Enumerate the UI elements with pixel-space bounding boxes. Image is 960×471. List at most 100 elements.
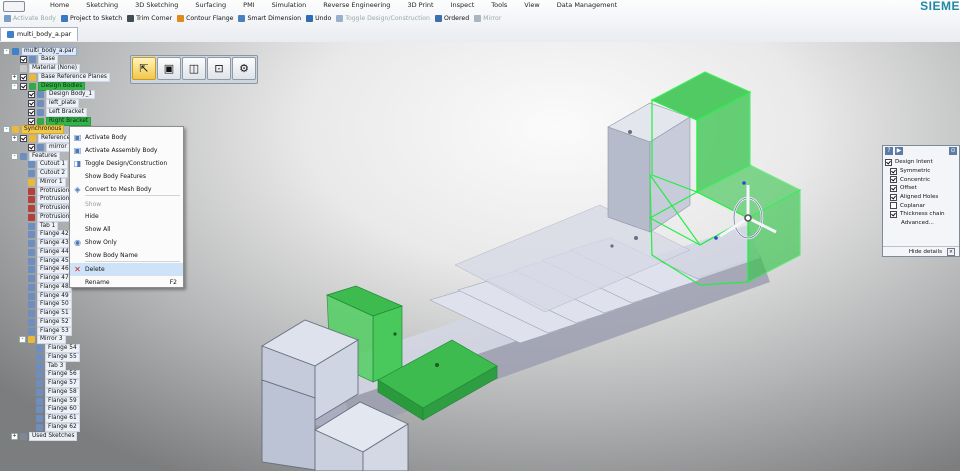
menu-tab[interactable]: Home bbox=[42, 0, 78, 10]
tree-node[interactable]: Flange 48 bbox=[19, 282, 72, 292]
visibility-checkbox[interactable] bbox=[28, 91, 35, 99]
option-checkbox[interactable] bbox=[890, 184, 897, 192]
hide-details-link[interactable]: Hide details bbox=[909, 249, 942, 255]
command-button[interactable]: Activate Body bbox=[4, 15, 56, 22]
visibility-checkbox[interactable] bbox=[28, 100, 35, 107]
tree-node[interactable]: Flange 53 bbox=[19, 326, 72, 336]
command-button[interactable]: Undo bbox=[306, 15, 331, 22]
advanced-link[interactable]: Advanced... bbox=[883, 219, 959, 228]
menu-tab[interactable]: Sketching bbox=[78, 0, 127, 10]
context-menu-item[interactable]: Rename F2 bbox=[70, 276, 183, 289]
menu-tab[interactable]: Inspect bbox=[443, 0, 484, 10]
visibility-checkbox[interactable] bbox=[20, 82, 27, 90]
expand-toggle[interactable]: - bbox=[3, 126, 10, 134]
expand-toggle[interactable]: - bbox=[19, 336, 26, 344]
expand-toggle[interactable]: + bbox=[11, 135, 18, 142]
tree-node[interactable]: + Used Sketches bbox=[11, 431, 78, 441]
tree-node[interactable]: Flange 60 bbox=[27, 405, 80, 415]
expand-toggle[interactable]: + bbox=[11, 432, 18, 440]
design-intent-option[interactable]: Offset bbox=[883, 184, 959, 193]
tree-node[interactable]: - Synchronous bbox=[3, 125, 65, 135]
visibility-checkbox[interactable] bbox=[28, 117, 35, 125]
command-button[interactable]: Project to Sketch bbox=[60, 15, 122, 22]
menu-tab[interactable]: Data Management bbox=[549, 0, 626, 10]
tree-node[interactable]: Flange 42 bbox=[19, 230, 72, 240]
tree-node[interactable]: Flange 61 bbox=[27, 414, 80, 423]
tree-node[interactable]: - Mirror 3 bbox=[19, 335, 66, 345]
command-button[interactable]: Toggle Design/Construction bbox=[336, 15, 430, 22]
command-button[interactable]: Mirror bbox=[474, 15, 501, 22]
select-tool-button[interactable]: ⇱ bbox=[132, 57, 156, 80]
filter-button[interactable]: ⊡ bbox=[207, 57, 231, 80]
tree-node[interactable]: - multi_body_a.par bbox=[3, 46, 77, 56]
tree-node[interactable]: Flange 44 bbox=[19, 247, 72, 257]
tree-node[interactable]: Flange 62 bbox=[27, 422, 80, 432]
body-select-button[interactable]: ◫ bbox=[182, 57, 206, 80]
design-intent-checkbox[interactable] bbox=[885, 158, 892, 166]
design-intent-option[interactable]: Aligned Holes bbox=[883, 193, 959, 202]
tree-node[interactable]: Base bbox=[11, 55, 59, 65]
option-checkbox[interactable] bbox=[890, 210, 897, 218]
context-menu-item[interactable]: Show Body Features bbox=[70, 170, 183, 183]
play-icon[interactable]: ▶ bbox=[895, 147, 903, 155]
command-button[interactable]: Trim Corner bbox=[127, 15, 172, 22]
tree-node[interactable]: Flange 58 bbox=[27, 387, 80, 397]
design-intent-option[interactable]: Concentric bbox=[883, 175, 959, 184]
visibility-checkbox[interactable] bbox=[20, 56, 27, 64]
tree-node[interactable]: Flange 55 bbox=[27, 352, 80, 362]
tree-node[interactable]: Flange 51 bbox=[19, 309, 72, 318]
tree-node[interactable]: Right Bracket bbox=[19, 116, 92, 126]
document-tab[interactable]: multi_body_a.par bbox=[0, 27, 79, 41]
tree-node[interactable]: Flange 50 bbox=[19, 300, 72, 310]
tree-node[interactable]: Flange 47 bbox=[19, 274, 72, 283]
tree-node[interactable]: Flange 43 bbox=[19, 239, 72, 248]
tree-node[interactable]: - Features bbox=[11, 151, 60, 161]
tree-node[interactable]: + Base Reference Planes bbox=[11, 72, 110, 82]
tree-node[interactable]: Left Bracket bbox=[19, 107, 87, 117]
tree-node[interactable]: - Design Bodies bbox=[11, 81, 86, 91]
application-button[interactable] bbox=[3, 1, 25, 12]
pin-icon[interactable]: ⊙ bbox=[949, 147, 957, 155]
menu-tab[interactable]: 3D Print bbox=[399, 0, 442, 10]
tree-node[interactable]: Tab 1 bbox=[19, 221, 59, 231]
visibility-checkbox[interactable] bbox=[28, 143, 35, 151]
menu-tab[interactable]: PMI bbox=[235, 0, 263, 10]
design-intent-option[interactable]: Thickness chain bbox=[883, 210, 959, 219]
tree-node[interactable]: Design Body_1 bbox=[19, 90, 96, 100]
face-priority-button[interactable]: ▣ bbox=[157, 57, 181, 80]
tree-node[interactable]: Cutout 1 bbox=[19, 160, 69, 170]
tree-node[interactable]: Flange 52 bbox=[19, 317, 72, 327]
design-intent-option[interactable]: Coplanar bbox=[883, 201, 959, 210]
option-checkbox[interactable] bbox=[890, 193, 897, 201]
options-button[interactable]: ⚙ bbox=[232, 57, 256, 80]
tree-node[interactable]: Flange 56 bbox=[27, 370, 80, 380]
tree-node[interactable]: Mirror 1 bbox=[19, 177, 66, 187]
context-menu-item[interactable]: ▣ Activate Assembly Body bbox=[70, 144, 183, 157]
context-menu-item[interactable]: ✕ Delete bbox=[70, 263, 183, 276]
menu-tab[interactable]: Simulation bbox=[264, 0, 316, 10]
expand-toggle[interactable]: - bbox=[11, 152, 18, 160]
menu-tab[interactable]: 3D Sketching bbox=[127, 0, 187, 10]
design-intent-toggle[interactable]: Design Intent bbox=[883, 158, 959, 167]
design-intent-option[interactable]: Symmetric bbox=[883, 167, 959, 176]
context-menu-item[interactable]: ◉ Show Only bbox=[70, 236, 183, 249]
option-checkbox[interactable] bbox=[890, 202, 897, 210]
command-button[interactable]: Ordered bbox=[434, 15, 469, 22]
context-menu-item[interactable]: Show All bbox=[70, 223, 183, 236]
menu-tab[interactable]: Surfacing bbox=[187, 0, 235, 10]
expand-toggle[interactable]: + bbox=[11, 73, 18, 81]
collapse-icon[interactable]: × bbox=[947, 247, 955, 256]
menu-tab[interactable]: View bbox=[516, 0, 548, 10]
option-checkbox[interactable] bbox=[890, 176, 897, 184]
tree-node[interactable]: Flange 57 bbox=[27, 379, 80, 388]
help-icon[interactable]: ? bbox=[885, 147, 893, 155]
tree-node[interactable]: Tab 3 bbox=[27, 361, 67, 371]
tree-node[interactable]: mirror bbox=[19, 142, 70, 152]
menu-tab[interactable]: Reverse Engineering bbox=[315, 0, 399, 10]
menu-tab[interactable]: Tools bbox=[483, 0, 516, 10]
command-button[interactable]: Smart Dimension bbox=[238, 15, 301, 22]
tree-node[interactable]: Flange 54 bbox=[27, 344, 80, 353]
expand-toggle[interactable]: - bbox=[3, 47, 10, 55]
tree-node[interactable]: left_plate bbox=[19, 99, 79, 108]
visibility-checkbox[interactable] bbox=[28, 108, 35, 116]
